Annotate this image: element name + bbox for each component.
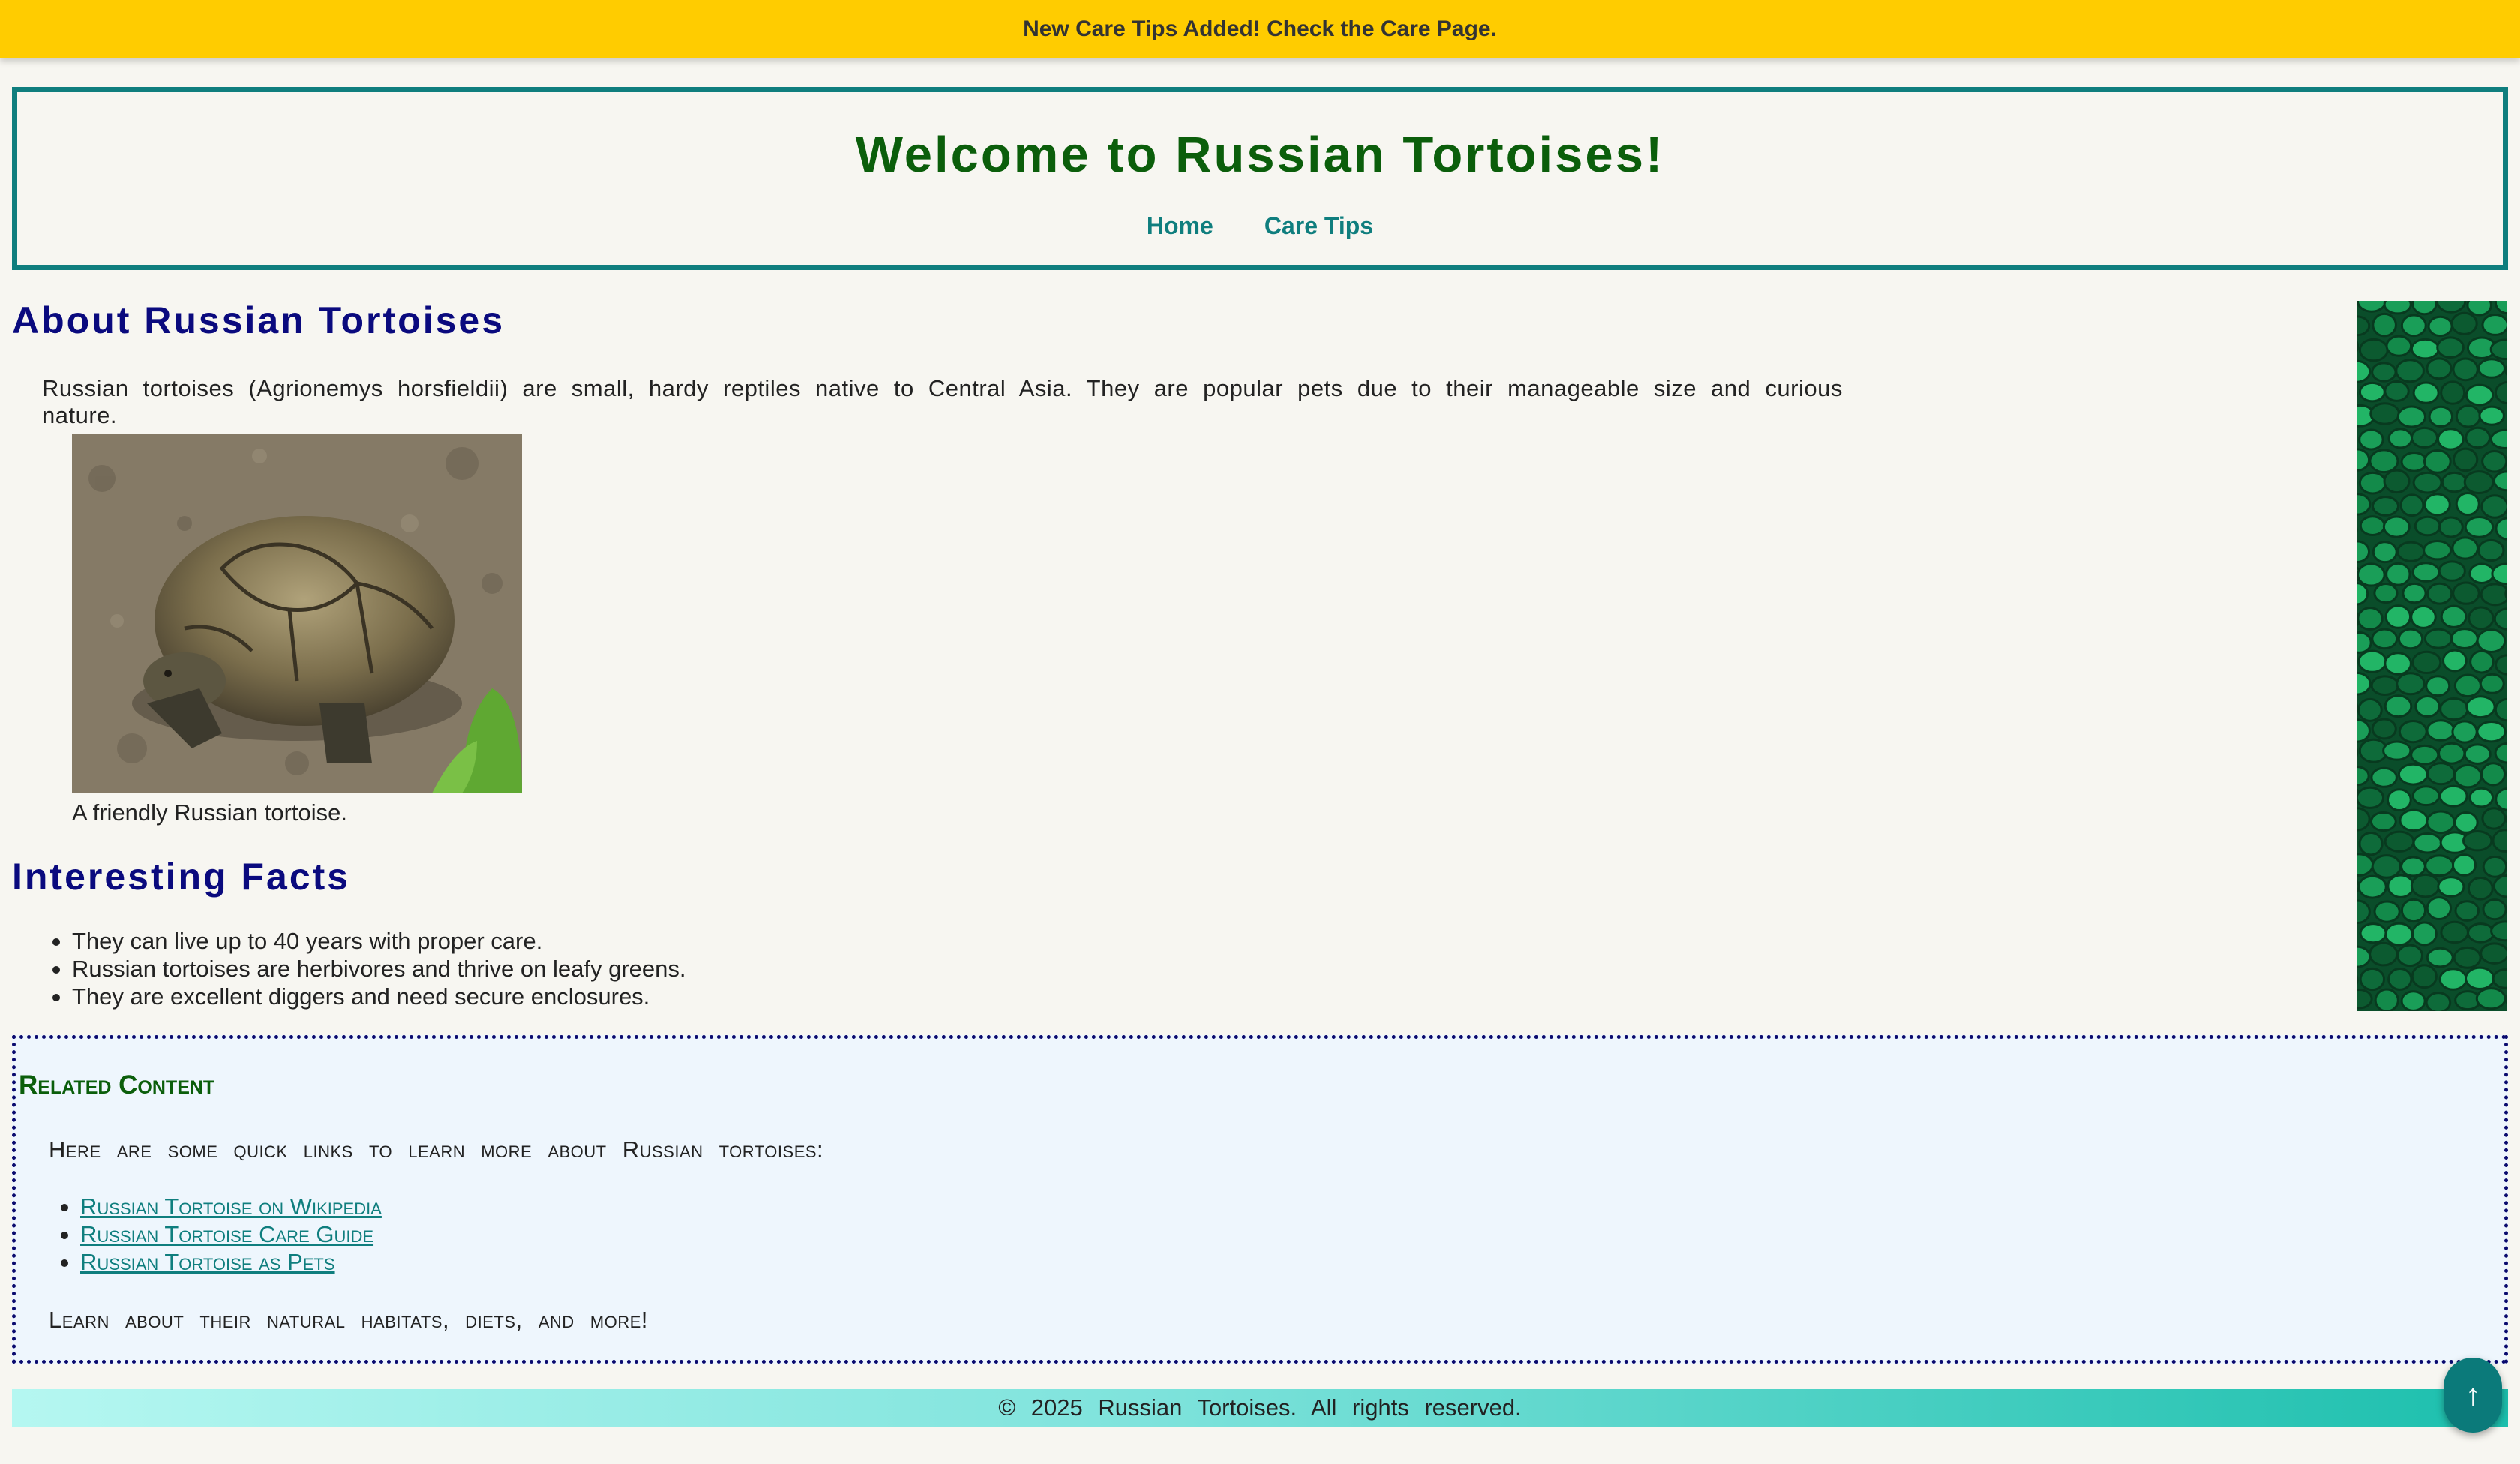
care-guide-link[interactable]: Russian Tortoise Care Guide bbox=[80, 1221, 374, 1247]
about-paragraph: Russian tortoises (Agrionemys horsfieldi… bbox=[42, 375, 1843, 428]
announcement-banner: New Care Tips Added! Check the Care Page… bbox=[0, 0, 2520, 58]
related-links-list: Russian Tortoise on Wikipedia Russian To… bbox=[61, 1192, 382, 1276]
list-item: Russian Tortoise Care Guide bbox=[61, 1220, 382, 1248]
about-heading: About Russian Tortoises bbox=[12, 299, 506, 341]
back-to-top-button[interactable]: ↑ bbox=[2444, 1358, 2502, 1432]
arrow-up-icon: ↑ bbox=[2465, 1378, 2480, 1412]
site-header: Welcome to Russian Tortoises! Home Care … bbox=[12, 87, 2508, 270]
as-pets-link[interactable]: Russian Tortoise as Pets bbox=[80, 1249, 335, 1275]
list-item: Russian Tortoise on Wikipedia bbox=[61, 1192, 382, 1220]
tortoise-shell-pattern bbox=[2357, 301, 2507, 1011]
site-footer: © 2025 Russian Tortoises. All rights res… bbox=[12, 1389, 2508, 1426]
list-item: Russian tortoises are herbivores and thr… bbox=[52, 956, 686, 982]
related-heading: Related Content bbox=[19, 1070, 215, 1100]
list-item: Russian Tortoise as Pets bbox=[61, 1248, 382, 1276]
tortoise-photo bbox=[72, 434, 522, 794]
wikipedia-link[interactable]: Russian Tortoise on Wikipedia bbox=[80, 1193, 382, 1220]
main-nav: Home Care Tips bbox=[17, 212, 2503, 240]
related-intro: Here are some quick links to learn more … bbox=[49, 1136, 824, 1162]
related-content-section: Related Content Here are some quick link… bbox=[12, 1035, 2508, 1364]
facts-heading: Interesting Facts bbox=[12, 856, 351, 898]
facts-list: They can live up to 40 years with proper… bbox=[52, 927, 686, 1010]
related-outro: Learn about their natural habitats, diet… bbox=[49, 1306, 648, 1333]
banner-text: New Care Tips Added! Check the Care Page… bbox=[1023, 16, 1497, 41]
list-item: They are excellent diggers and need secu… bbox=[52, 982, 686, 1010]
photo-caption: A friendly Russian tortoise. bbox=[72, 800, 348, 826]
site-title: Welcome to Russian Tortoises! bbox=[855, 127, 1665, 183]
nav-care-tips-link[interactable]: Care Tips bbox=[1264, 212, 1373, 240]
copyright-text: © 2025 Russian Tortoises. All rights res… bbox=[998, 1394, 1522, 1420]
nav-home-link[interactable]: Home bbox=[1147, 212, 1214, 240]
list-item: They can live up to 40 years with proper… bbox=[52, 927, 686, 955]
